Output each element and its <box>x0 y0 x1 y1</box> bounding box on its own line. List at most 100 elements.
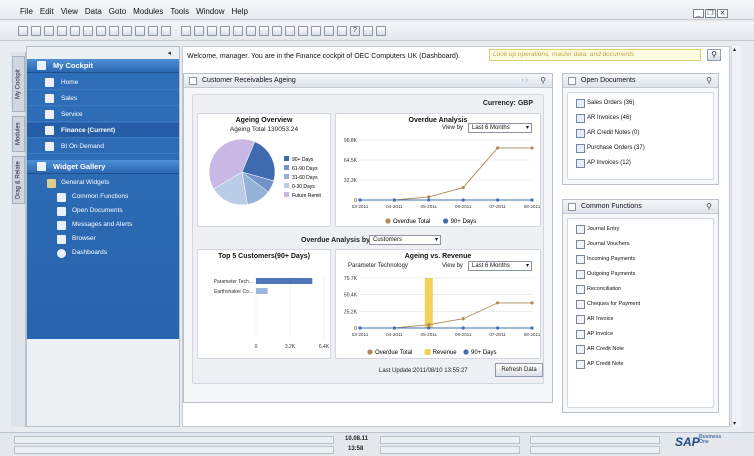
menu-items: File Edit View Data Goto Modules Tools W… <box>20 7 248 16</box>
func-ar-credit-note[interactable]: AR Credit Note <box>576 345 624 354</box>
ageing-revenue-box: Ageing vs. Revenue Parameter Technology … <box>335 249 541 359</box>
menu-view[interactable]: View <box>61 7 78 16</box>
menu-window[interactable]: Window <box>196 7 224 16</box>
widget-open-documents[interactable]: Open Documents <box>27 204 179 218</box>
menu-file[interactable]: File <box>20 7 33 16</box>
query-icon[interactable] <box>324 26 334 36</box>
sidebar-item-bi-on-demand[interactable]: BI On Demand <box>27 139 179 154</box>
legend-swatch <box>284 174 289 179</box>
ageing-revenue-chart: 025.2K50.4K75.7K03-2011 04-2011 05-2011 06-… <box>344 276 541 356</box>
nav-arrows-icon[interactable]: ‹ › <box>521 74 528 88</box>
restore-button[interactable]: ❐ <box>705 9 716 18</box>
sort-icon[interactable] <box>246 26 256 36</box>
add-icon[interactable] <box>161 26 171 36</box>
new-icon[interactable] <box>18 26 28 36</box>
scroll-down-icon[interactable]: ▾ <box>733 420 736 427</box>
menu-edit[interactable]: Edit <box>40 7 54 16</box>
func-ar-invoice[interactable]: AR Invoice <box>576 315 614 324</box>
general-widgets-folder[interactable]: General Widgets <box>27 176 179 190</box>
legend-swatch <box>284 192 289 197</box>
sms-icon[interactable] <box>70 26 80 36</box>
help-icon[interactable]: ? <box>350 26 360 36</box>
doc-purchase-orders[interactable]: Purchase Orders (37) <box>576 144 645 153</box>
last-record-icon[interactable] <box>220 26 230 36</box>
view-by-select[interactable]: Last 6 Months <box>468 123 532 133</box>
minimize-button[interactable]: _ <box>693 9 704 18</box>
target-doc-icon[interactable] <box>272 26 282 36</box>
tab-my-cockpit[interactable]: My Cockpit <box>12 56 25 112</box>
fax-icon[interactable] <box>83 26 93 36</box>
data-point <box>358 198 362 202</box>
scroll-up-icon[interactable]: ▴ <box>733 46 736 53</box>
widget-dashboards[interactable]: Dashboards <box>27 246 179 260</box>
doc-sales-orders[interactable]: Sales Orders (36) <box>576 99 634 108</box>
filter-icon[interactable] <box>233 26 243 36</box>
vertical-scrollbar[interactable]: ▴ ▾ <box>731 46 741 427</box>
search-button[interactable]: ⚲ <box>707 49 721 61</box>
layout-icon[interactable] <box>298 26 308 36</box>
func-journal-entry[interactable]: Journal Entry <box>576 225 619 234</box>
print-icon[interactable] <box>31 26 41 36</box>
cockpit-sidebar: ◂ My Cockpit Home Sales Service Finance … <box>26 46 180 427</box>
func-outgoing-payments[interactable]: Outgoing Payments <box>576 270 635 279</box>
sidebar-item-finance[interactable]: Finance (Current) <box>27 123 179 138</box>
widget-common-functions[interactable]: Common Functions <box>27 190 179 204</box>
next-record-icon[interactable] <box>207 26 217 36</box>
collapse-sidebar-icon[interactable]: ◂ <box>167 49 171 57</box>
y-tick-label: 75.7K <box>344 276 358 282</box>
x-tick-label: 6.4K <box>319 344 330 350</box>
func-journal-vouchers[interactable]: Journal Vouchers <box>576 240 630 249</box>
legend-marker <box>424 349 431 355</box>
prev-record-icon[interactable] <box>194 26 204 36</box>
menu-goto[interactable]: Goto <box>109 7 126 16</box>
view-by-label-2: View by <box>442 263 463 269</box>
menu-data[interactable]: Data <box>85 7 102 16</box>
ageing-overview-box: Ageing Overview Ageing Total 130053.24 9… <box>197 113 331 227</box>
widget-messages-alerts[interactable]: Messages and Alerts <box>27 218 179 232</box>
my-cockpit-header[interactable]: My Cockpit <box>27 59 179 73</box>
settings-icon[interactable] <box>311 26 321 36</box>
sidebar-item-home[interactable]: Home <box>27 75 179 90</box>
menu-tools[interactable]: Tools <box>170 7 189 16</box>
preview-icon[interactable] <box>44 26 54 36</box>
find-icon[interactable] <box>148 26 158 36</box>
pdf-icon[interactable] <box>122 26 132 36</box>
doc-ar-credit-notes[interactable]: AR Credit Notes (0) <box>576 129 639 138</box>
widget-browser[interactable]: Browser <box>27 232 179 246</box>
search-input[interactable]: Look up operations, master data, and doc… <box>489 49 701 61</box>
currency-label: Currency: GBP <box>482 100 533 107</box>
func-incoming-payments[interactable]: Incoming Payments <box>576 255 635 264</box>
view-by-select-2[interactable]: Last 6 Months <box>468 261 532 271</box>
doc-ar-invoices[interactable]: AR Invoices (46) <box>576 114 631 123</box>
lock-icon[interactable] <box>135 26 145 36</box>
menu-help[interactable]: Help <box>232 7 248 16</box>
first-record-icon[interactable] <box>181 26 191 36</box>
func-ap-invoice[interactable]: AP Invoice <box>576 330 613 339</box>
base-doc-icon[interactable] <box>259 26 269 36</box>
func-reconciliation[interactable]: Reconciliation <box>576 285 621 294</box>
menu-modules[interactable]: Modules <box>133 7 163 16</box>
pin-icon[interactable]: ⚲ <box>706 74 712 88</box>
pin-icon[interactable]: ⚲ <box>706 200 712 214</box>
legend-marker <box>367 349 373 355</box>
calendar-icon[interactable] <box>337 26 347 36</box>
refresh-data-button[interactable]: Refresh Data <box>495 363 543 377</box>
close-button[interactable]: ✕ <box>717 9 728 18</box>
gross-profit-icon[interactable] <box>285 26 295 36</box>
message-icon[interactable] <box>363 26 373 36</box>
widget-gallery-header[interactable]: Widget Gallery <box>27 160 179 174</box>
excel-icon[interactable] <box>96 26 106 36</box>
func-ap-credit-note[interactable]: AP Credit Note <box>576 360 624 369</box>
email-icon[interactable] <box>57 26 67 36</box>
receivables-ageing-header: Customer Receivables Ageing ‹ › ⚲ <box>184 74 552 88</box>
sidebar-item-sales[interactable]: Sales <box>27 91 179 106</box>
tab-modules[interactable]: Modules <box>12 116 25 152</box>
calculator-icon[interactable] <box>376 26 386 36</box>
overdue-by-select[interactable]: Customers <box>369 235 441 245</box>
doc-ap-invoices[interactable]: AP Invoices (12) <box>576 159 631 168</box>
tab-drag-relate[interactable]: Drag & Relate <box>12 156 25 204</box>
sidebar-item-service[interactable]: Service <box>27 107 179 122</box>
pin-icon[interactable]: ⚲ <box>540 74 546 88</box>
word-icon[interactable] <box>109 26 119 36</box>
func-cheques-for-payment[interactable]: Cheques for Payment <box>576 300 640 309</box>
